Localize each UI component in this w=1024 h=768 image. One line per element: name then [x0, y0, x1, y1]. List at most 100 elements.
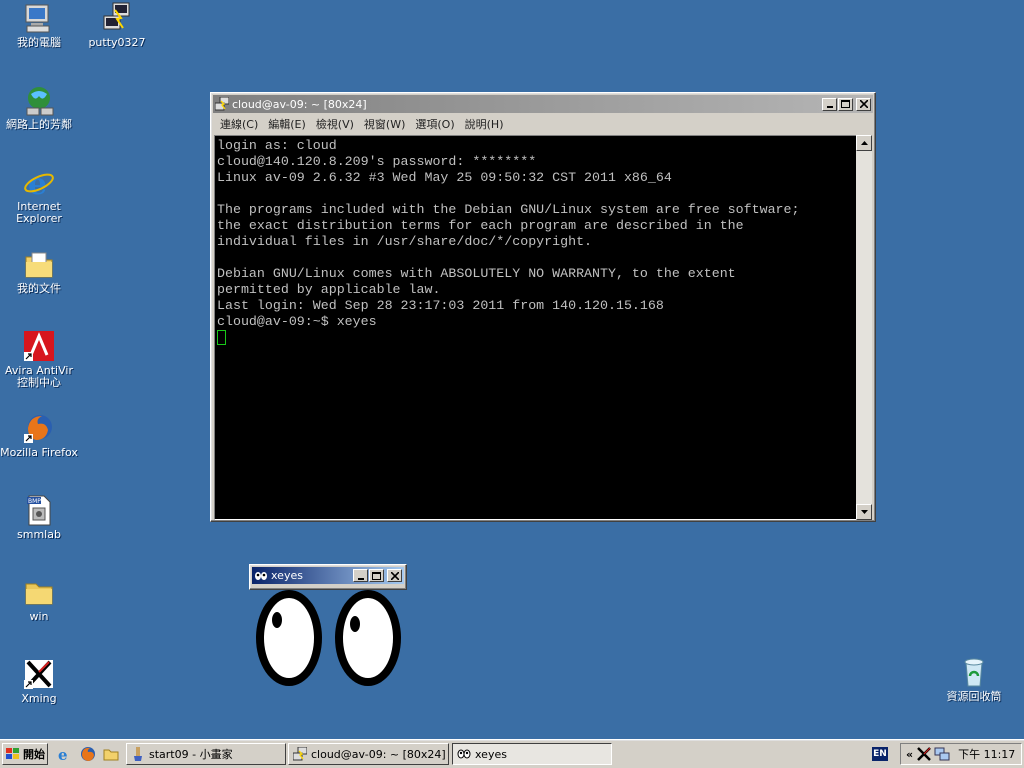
system-tray: « 下午 11:17 [900, 743, 1022, 765]
taskbar: 開始 e start09 - 小畫家 cloud@av-09: ~ [80x24… [0, 739, 1024, 768]
window-title: xeyes [271, 569, 303, 582]
desktop-icon-internet-explorer[interactable]: e Internet Explorer [0, 166, 78, 225]
putty-icon [293, 747, 307, 761]
close-button[interactable] [387, 569, 402, 582]
xeyes-title-bar[interactable]: xeyes [252, 567, 404, 584]
terminal-line: individual files in /usr/share/doc/*/cop… [217, 234, 593, 249]
desktop-icon-win-folder[interactable]: win [0, 576, 78, 623]
putty-title-bar[interactable]: cloud@av-09: ~ [80x24] [213, 95, 873, 113]
putty-menu-bar: 連線(C) 編輯(E) 檢視(V) 視窗(W) 選項(O) 說明(H) [211, 115, 875, 133]
windows-logo-icon [6, 748, 19, 759]
terminal-scrollbar[interactable] [856, 135, 872, 520]
xeyes-icon [457, 749, 471, 759]
desktop-icon-my-documents[interactable]: 我的文件 [0, 248, 78, 295]
menu-options[interactable]: 選項(O) [410, 116, 459, 132]
desktop-icon-label: win [29, 610, 49, 623]
my-documents-icon [23, 248, 55, 280]
taskbar-button-putty[interactable]: cloud@av-09: ~ [80x24] [288, 743, 449, 765]
right-pupil [350, 616, 360, 632]
task-label: xeyes [475, 747, 507, 761]
minimize-icon [357, 577, 364, 580]
terminal-output: login as: cloud cloud@140.120.8.209's pa… [215, 136, 856, 348]
task-label: cloud@av-09: ~ [80x24] [311, 747, 446, 761]
svg-text:BMP: BMP [28, 498, 41, 505]
menu-window[interactable]: 視窗(W) [359, 116, 410, 132]
quicklaunch-firefox-icon[interactable] [80, 746, 96, 762]
terminal-line: The programs included with the Debian GN… [217, 202, 800, 217]
desktop-icon-avira[interactable]: Avira AntiVir 控制中心 [0, 330, 78, 389]
terminal-cursor [217, 330, 226, 345]
language-indicator[interactable]: EN [872, 747, 888, 761]
desktop-icon-firefox[interactable]: Mozilla Firefox [0, 412, 78, 459]
terminal-line: login as: cloud [217, 138, 337, 153]
firefox-icon [23, 412, 55, 444]
putty-window[interactable]: cloud@av-09: ~ [80x24] 連線(C) 編輯(E) 檢視(V)… [210, 92, 876, 522]
scroll-up-button[interactable] [856, 135, 872, 151]
terminal-line: the exact distribution terms for each pr… [217, 218, 744, 233]
desktop-icon-xming[interactable]: Xming [0, 658, 78, 705]
folder-icon [23, 576, 55, 608]
network-places-icon [23, 84, 55, 116]
minimize-button[interactable] [822, 97, 837, 111]
svg-text:e: e [58, 746, 68, 762]
menu-connection[interactable]: 連線(C) [215, 116, 263, 132]
start-label: 開始 [23, 748, 45, 761]
maximize-button[interactable] [369, 569, 384, 582]
terminal-line: Linux av-09 2.6.32 #3 Wed May 25 09:50:3… [217, 170, 672, 185]
desktop-icon-label: 我的文件 [17, 282, 61, 295]
desktop-icon-label: 我的電腦 [17, 36, 61, 49]
desktop-icon-network-places[interactable]: 網路上的芳鄰 [0, 84, 78, 131]
desktop-icon-label: 資源回收筒 [946, 690, 1002, 703]
xeyes-icon[interactable] [254, 569, 268, 583]
terminal-line: Last login: Wed Sep 28 23:17:03 2011 fro… [217, 298, 664, 313]
tray-expand-button[interactable]: « [906, 748, 913, 761]
paint-icon [134, 747, 142, 761]
avira-icon [23, 330, 55, 362]
terminal-line: permitted by applicable law. [217, 282, 441, 297]
arrow-down-icon [860, 510, 868, 514]
clock[interactable]: 下午 11:17 [958, 746, 1015, 762]
desktop-icon-label: Mozilla Firefox [0, 446, 78, 459]
recycle-bin-icon [958, 656, 990, 688]
terminal-line: cloud@140.120.8.209's password: ******** [217, 154, 537, 169]
minimize-icon [826, 106, 833, 108]
putty-icon [101, 2, 133, 34]
desktop-icon-label: 網路上的芳鄰 [6, 118, 72, 131]
desktop-icon-recycle-bin[interactable]: 資源回收筒 [935, 656, 1013, 703]
terminal-line: cloud@av-09:~$ xeyes [217, 314, 377, 329]
internet-explorer-icon: e [23, 166, 55, 202]
arrow-up-icon [860, 141, 868, 145]
menu-help[interactable]: 說明(H) [460, 116, 509, 132]
network-tray-icon[interactable] [934, 746, 950, 762]
desktop-icon-label: Avira AntiVir 控制中心 [5, 364, 73, 389]
xming-icon [23, 658, 55, 690]
desktop-icon-label: Xming [21, 692, 57, 705]
desktop-icon-smmlab[interactable]: BMP smmlab [0, 494, 78, 541]
terminal-line: Debian GNU/Linux comes with ABSOLUTELY N… [217, 266, 736, 281]
my-computer-icon [23, 2, 55, 34]
maximize-button[interactable] [838, 97, 853, 111]
start-button[interactable]: 開始 [2, 743, 48, 765]
menu-view[interactable]: 檢視(V) [311, 116, 359, 132]
taskbar-button-xeyes[interactable]: xeyes [452, 743, 612, 765]
taskbar-button-paint[interactable]: start09 - 小畫家 [126, 743, 286, 765]
close-icon [859, 100, 868, 108]
desktop-icon-label: putty0327 [88, 36, 146, 49]
close-button[interactable] [856, 97, 871, 111]
desktop-icon-label: smmlab [17, 528, 61, 541]
desktop-icon-putty[interactable]: putty0327 [78, 2, 156, 49]
quicklaunch-explorer-icon[interactable] [103, 746, 119, 762]
xming-tray-icon[interactable] [916, 746, 932, 762]
bitmap-file-icon: BMP [23, 494, 55, 526]
desktop-icon-label: Internet Explorer [16, 200, 62, 225]
scroll-down-button[interactable] [856, 504, 872, 520]
terminal-area[interactable]: login as: cloud cloud@140.120.8.209's pa… [214, 135, 857, 520]
xeyes-eyes[interactable] [252, 586, 404, 690]
putty-icon[interactable] [215, 97, 229, 111]
menu-edit[interactable]: 編輯(E) [263, 116, 311, 132]
minimize-button[interactable] [353, 569, 368, 582]
desktop-icon-my-computer[interactable]: 我的電腦 [0, 2, 78, 49]
close-icon [390, 571, 399, 580]
quicklaunch-ie-icon[interactable]: e [56, 746, 72, 762]
svg-text:e: e [28, 167, 47, 198]
